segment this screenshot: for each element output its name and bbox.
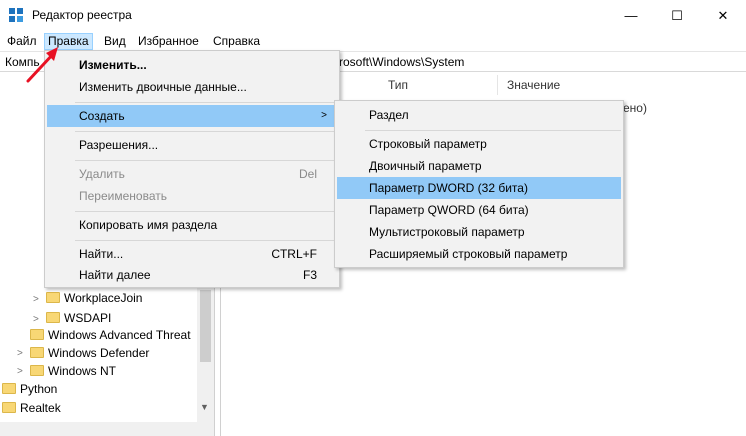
shortcut-label: Del [298,167,317,181]
menu-item-delete[interactable]: Удалить Del [47,163,337,185]
menu-item-create-label: Создать [79,109,125,123]
folder-icon [46,292,60,304]
value-cell: ено) [623,101,647,115]
submenu-item-dword[interactable]: Параметр DWORD (32 бита) [337,177,621,199]
submenu-item-binary[interactable]: Двоичный параметр [337,155,621,177]
folder-icon [2,402,16,414]
menu-bar: Файл Правка Вид Избранное Справка [0,31,746,51]
tree-horizontal-scrollbar[interactable] [0,422,214,436]
menu-view[interactable]: Вид [101,33,129,50]
title-bar: Редактор реестра — ☐ ✕ [0,0,746,31]
annotation-arrow-icon [26,47,58,83]
tree-item-label: Windows Defender [48,346,150,360]
maximize-icon: ☐ [671,7,683,23]
tree-item[interactable]: Windows Advanced Threat [30,325,191,345]
menu-favorites[interactable]: Избранное [135,33,202,50]
close-icon: ✕ [717,7,729,23]
menu-separator [75,160,337,161]
menu-item-delete-label: Удалить [79,167,125,181]
tree-item[interactable]: Windows Defender [30,343,149,363]
address-path-end: rosoft\Windows\System [339,55,465,69]
folder-icon [30,347,44,359]
shortcut-label: CTRL+F [271,247,317,261]
column-header-value[interactable]: Значение [507,78,560,92]
menu-item-copy-key-name[interactable]: Копировать имя раздела [47,214,337,236]
tree-item-label: Python [20,382,58,396]
submenu-item-multi-string[interactable]: Мультистроковый параметр [337,221,621,243]
menu-item-find-next-label: Найти далее [79,268,151,282]
shortcut-label: F3 [302,268,317,282]
edit-menu: Изменить... Изменить двоичные данные... … [44,50,340,288]
menu-item-permissions[interactable]: Разрешения... [47,134,337,156]
expand-icon[interactable]: > [17,348,27,359]
folder-icon [46,312,60,324]
menu-separator [365,130,621,131]
menu-separator [75,211,337,212]
tree-item[interactable]: WorkplaceJoin [46,288,142,308]
minimize-icon: — [624,8,638,23]
maximize-button[interactable]: ☐ [654,0,700,31]
column-separator[interactable] [497,75,498,95]
chevron-right-icon: > [321,110,327,121]
column-header-type[interactable]: Тип [388,78,408,92]
tree-item-label: WorkplaceJoin [64,291,143,305]
close-button[interactable]: ✕ [700,0,746,31]
tree-item-label: Realtek [20,401,61,415]
menu-item-create[interactable]: Создать > [47,105,337,127]
menu-separator [75,131,337,132]
tree-item[interactable]: Python [2,379,57,399]
tree-scroll-thumb[interactable] [200,290,211,362]
tree-item[interactable]: Windows NT [30,361,116,381]
folder-icon [2,383,16,395]
menu-item-find[interactable]: Найти... CTRL+F [47,243,337,265]
tree-item-label: Windows NT [48,364,117,378]
expand-icon[interactable]: > [17,366,27,377]
menu-item-rename[interactable]: Переименовать [47,185,337,207]
menu-item-find-next[interactable]: Найти далее F3 [47,264,337,286]
submenu-item-string[interactable]: Строковый параметр [337,133,621,155]
submenu-item-expandable-string[interactable]: Расширяемый строковый параметр [337,243,621,265]
folder-icon [30,329,44,341]
submenu-item-qword[interactable]: Параметр QWORD (64 бита) [337,199,621,221]
menu-item-modify-binary[interactable]: Изменить двоичные данные... [47,76,337,98]
folder-icon [30,365,44,377]
minimize-button[interactable]: — [608,0,654,31]
create-submenu: Раздел Строковый параметр Двоичный парам… [334,100,624,268]
window-title: Редактор реестра [32,8,132,22]
scroll-down-icon[interactable]: ▼ [200,402,209,412]
tree-item-label: WSDAPI [64,311,112,325]
tree-item-label: Windows Advanced Threat [48,328,191,342]
menu-help[interactable]: Справка [210,33,263,50]
registry-editor-icon [9,8,23,22]
menu-separator [75,240,337,241]
menu-item-modify[interactable]: Изменить... [47,54,337,76]
menu-separator [75,102,337,103]
submenu-item-key[interactable]: Раздел [337,104,621,126]
menu-item-find-label: Найти... [79,247,124,261]
expand-icon[interactable]: > [33,294,43,305]
expand-icon[interactable]: > [33,314,43,325]
tree-item[interactable]: Realtek [2,398,61,418]
